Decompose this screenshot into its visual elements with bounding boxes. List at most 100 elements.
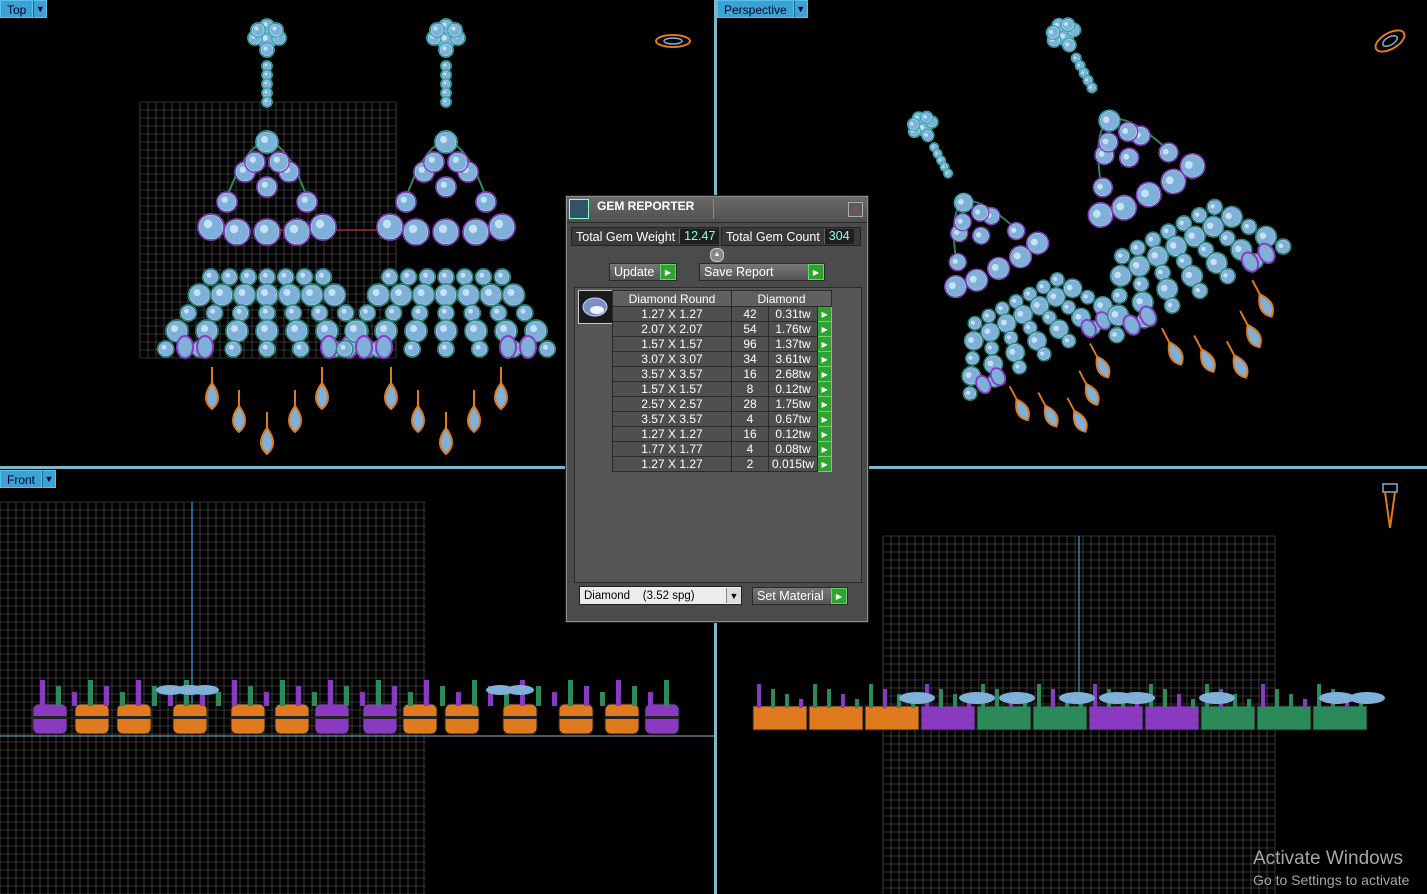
- table-row[interactable]: 1.57 X 1.57 96 1.37tw ▶: [612, 336, 833, 352]
- table-row[interactable]: 2.07 X 2.07 54 1.76tw ▶: [612, 321, 833, 337]
- gem: [222, 269, 237, 285]
- gem: [312, 305, 327, 321]
- gem-highlight: [261, 136, 268, 143]
- gem-count: 8: [731, 381, 769, 397]
- gem-highlight: [264, 81, 268, 85]
- play-arrow-icon[interactable]: ▶: [817, 351, 833, 367]
- gem: [1112, 196, 1136, 220]
- gem: [1242, 219, 1256, 234]
- collapse-icon[interactable]: ▲: [710, 248, 724, 262]
- gem-highlight: [441, 344, 447, 350]
- gem-highlight: [443, 63, 447, 67]
- table-row[interactable]: 3.57 X 3.57 4 0.67tw ▶: [612, 411, 833, 427]
- prong: [408, 692, 413, 706]
- play-arrow-icon[interactable]: ▶: [817, 456, 833, 472]
- material-select[interactable]: Diamond (3.52 spg) ▼: [579, 586, 742, 605]
- table-row[interactable]: 1.27 X 1.27 42 0.31tw ▶: [612, 306, 833, 322]
- metal-arch: [952, 200, 1012, 255]
- gem: [1081, 291, 1094, 304]
- gem-highlight: [171, 325, 178, 332]
- drop-gem: [1246, 323, 1262, 349]
- gem: [435, 284, 457, 306]
- play-arrow-icon[interactable]: ▶: [817, 426, 833, 442]
- gem-highlight: [417, 289, 425, 296]
- chevron-down-icon[interactable]: ▼: [33, 0, 48, 18]
- play-arrow-icon[interactable]: ▶: [817, 306, 833, 322]
- gem-highlight: [259, 224, 269, 234]
- watermark-line-1: Activate Windows: [1253, 848, 1403, 869]
- table-row[interactable]: 1.27 X 1.27 2 0.015tw ▶: [612, 456, 833, 472]
- top-viewport-name: Top: [0, 0, 34, 18]
- gem: [430, 23, 444, 37]
- gem: [966, 352, 979, 365]
- save-report-button[interactable]: Save Report ▶: [699, 263, 825, 281]
- ring-side-orientation-icon[interactable]: [1379, 482, 1401, 532]
- play-arrow-icon[interactable]: ▶: [817, 411, 833, 427]
- table-row[interactable]: 1.57 X 1.57 8 0.12tw ▶: [612, 381, 833, 397]
- gem: [998, 314, 1016, 332]
- header-material: Diamond: [730, 290, 833, 307]
- table-row[interactable]: 2.57 X 2.57 28 1.75tw ▶: [612, 396, 833, 412]
- ring-orientation-icon[interactable]: [652, 30, 694, 54]
- gem: [396, 192, 416, 212]
- gem: [1130, 241, 1145, 255]
- gem-top: [1119, 692, 1155, 704]
- gem: [405, 320, 427, 342]
- perspective-viewport-label[interactable]: Perspective ▼: [717, 0, 808, 18]
- play-arrow-icon[interactable]: ▶: [817, 381, 833, 397]
- set-material-button[interactable]: Set Material ▶: [752, 587, 848, 605]
- play-arrow-icon[interactable]: ▶: [817, 366, 833, 382]
- front-viewport-label[interactable]: Front ▼: [0, 470, 57, 488]
- gem-highlight: [229, 344, 234, 350]
- prong: [552, 692, 557, 706]
- gem: [203, 269, 219, 285]
- gem: [480, 284, 502, 306]
- play-arrow-icon[interactable]: ▶: [817, 396, 833, 412]
- update-button[interactable]: Update ▶: [609, 263, 677, 281]
- table-row[interactable]: 3.07 X 3.07 34 3.61tw ▶: [612, 351, 833, 367]
- gem-size: 1.27 X 1.27: [612, 456, 732, 472]
- drop-gem: [1072, 409, 1088, 433]
- ring-orientation-icon[interactable]: [1369, 26, 1411, 56]
- gem-highlight: [468, 224, 478, 234]
- round-diamond-icon: [582, 297, 608, 317]
- gem-thumbnail[interactable]: [578, 290, 613, 324]
- chevron-down-icon[interactable]: ▼: [793, 0, 808, 18]
- table-row[interactable]: 1.27 X 1.27 16 0.12tw ▶: [612, 426, 833, 442]
- table-row[interactable]: 3.57 X 3.57 16 2.68tw ▶: [612, 366, 833, 382]
- gem: [412, 305, 428, 321]
- gem-highlight: [462, 289, 470, 296]
- gem: [968, 317, 982, 330]
- play-arrow-icon[interactable]: ▶: [817, 321, 833, 337]
- total-gem-count-value: 304: [823, 229, 854, 244]
- gem-highlight: [440, 325, 447, 332]
- gem-highlight: [272, 26, 277, 31]
- gem: [1137, 183, 1161, 207]
- update-button-label: Update: [614, 265, 655, 279]
- gem-highlight: [264, 90, 268, 94]
- gem-highlight: [221, 196, 228, 203]
- play-arrow-icon[interactable]: ▶: [817, 441, 833, 457]
- gem-count: 96: [731, 336, 769, 352]
- gem: [324, 284, 345, 306]
- gem-highlight: [341, 308, 347, 314]
- setting-band: [864, 705, 920, 731]
- gem: [438, 305, 454, 321]
- purple-drop: [320, 335, 338, 359]
- cup-band: [559, 716, 593, 719]
- drop-gem: [205, 381, 219, 411]
- setting-band: [808, 705, 864, 731]
- dialog-title-bar[interactable]: GEM REPORTER ×: [567, 197, 867, 223]
- play-arrow-icon[interactable]: ▶: [817, 336, 833, 352]
- gem-highlight: [423, 272, 428, 278]
- drop-gem: [1232, 353, 1249, 379]
- cup-band: [363, 716, 397, 719]
- chevron-down-icon[interactable]: ▼: [42, 470, 57, 488]
- top-viewport-label[interactable]: Top ▼: [0, 0, 48, 18]
- close-icon[interactable]: ×: [848, 202, 863, 217]
- gem: [494, 269, 510, 285]
- set-material-button-label: Set Material: [757, 589, 824, 603]
- chevron-down-icon[interactable]: ▼: [726, 588, 741, 603]
- prong: [104, 686, 109, 706]
- table-row[interactable]: 1.77 X 1.77 4 0.08tw ▶: [612, 441, 833, 457]
